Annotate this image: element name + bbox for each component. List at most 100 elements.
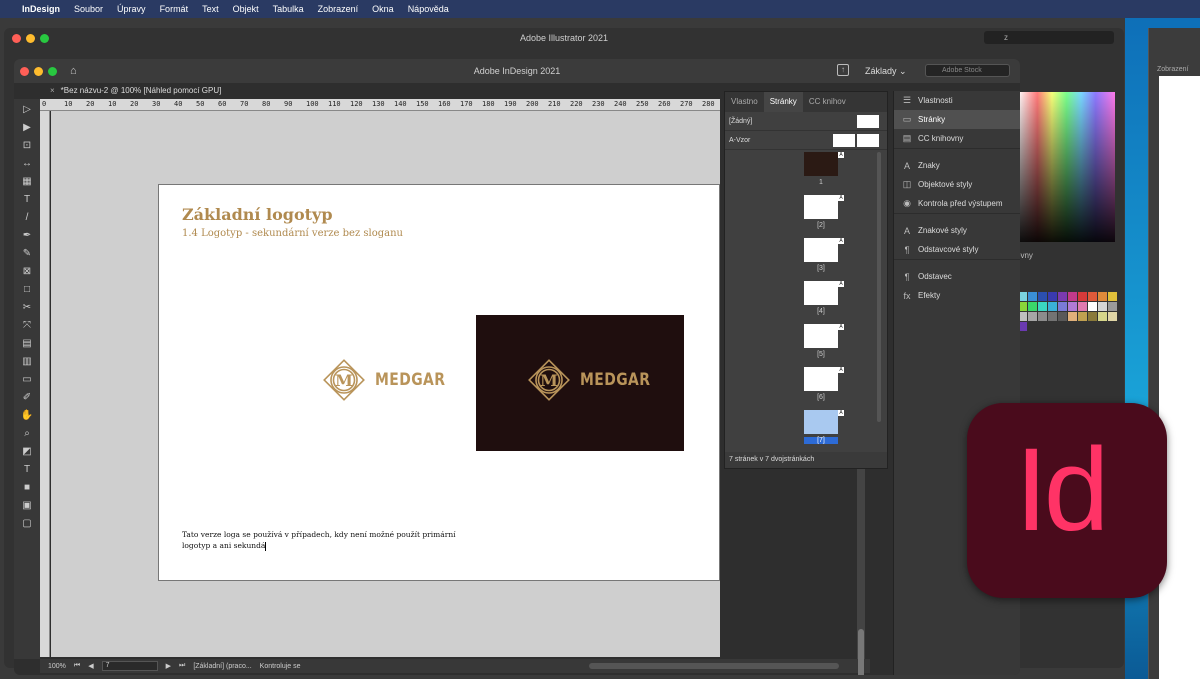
menu-edit[interactable]: Úpravy — [117, 4, 146, 14]
prev-page-icon[interactable]: ◀ — [88, 662, 93, 670]
menu-view[interactable]: Zobrazení — [318, 4, 359, 14]
formatting-affects-text-icon[interactable]: T — [20, 463, 34, 477]
page-thumbnail[interactable]: A — [804, 324, 844, 348]
logo-light-version[interactable]: M MEDGAR — [319, 355, 461, 405]
screen-mode-icon[interactable]: ▢ — [20, 517, 34, 531]
horizontal-ruler[interactable]: 0 10 20 10 20 30 40 50 60 70 80 90 100 110 120 130 140 15… — [40, 99, 720, 111]
logo-dark-version[interactable]: M MEDGAR — [476, 315, 684, 451]
vertical-scrollbar[interactable] — [857, 469, 865, 675]
pen-tool-icon[interactable]: ✒ — [20, 229, 34, 243]
preflight-status[interactable]: Kontroluje se — [260, 663, 301, 670]
menu-text[interactable]: Text — [202, 4, 219, 14]
color-swatch[interactable] — [1098, 312, 1107, 321]
dock-item-vlastnosti[interactable]: ☰ Vlastnosti — [894, 91, 1020, 110]
share-icon[interactable]: ↑ — [837, 64, 849, 76]
hand-tool-icon[interactable]: ✋ — [20, 409, 34, 423]
color-swatch[interactable] — [1058, 302, 1067, 311]
adobe-stock-search[interactable]: Adobe Stock — [925, 64, 1010, 77]
dock-item-znakové-styly[interactable]: A Znakové styly — [894, 221, 1020, 240]
color-swatch[interactable] — [1078, 292, 1087, 301]
first-page-icon[interactable]: ⏮ — [74, 662, 80, 670]
type-tool-icon[interactable]: T — [20, 193, 34, 207]
view-mode-icon[interactable]: ▣ — [20, 499, 34, 513]
page-thumbnail[interactable]: A — [804, 281, 844, 305]
page-thumbnail[interactable]: A — [804, 195, 844, 219]
document-page[interactable]: Základní logotyp 1.4 Logotyp - sekundárn… — [158, 184, 720, 581]
color-swatch[interactable] — [1088, 292, 1097, 301]
color-swatch[interactable] — [1088, 312, 1097, 321]
menu-app-name[interactable]: InDesign — [22, 4, 60, 14]
page-number-field[interactable]: 7 — [101, 661, 158, 671]
eyedropper-tool-icon[interactable]: ✐ — [20, 391, 34, 405]
page-tool-icon[interactable]: ⊡ — [20, 139, 34, 153]
line-tool-icon[interactable]: / — [20, 211, 34, 225]
color-swatch[interactable] — [1028, 292, 1037, 301]
pencil-tool-icon[interactable]: ✎ — [20, 247, 34, 261]
color-swatch[interactable] — [1108, 302, 1117, 311]
zoom-level[interactable]: 100% — [48, 663, 66, 670]
gradient-feather-tool-icon[interactable]: ▥ — [20, 355, 34, 369]
free-transform-tool-icon[interactable]: ⤧ — [20, 319, 34, 333]
rectangle-frame-tool-icon[interactable]: ⊠ — [20, 265, 34, 279]
zoom-tool-icon[interactable]: ⌕ — [20, 427, 34, 441]
tab-properties[interactable]: Vlastno — [725, 92, 764, 112]
menu-file[interactable]: Soubor — [74, 4, 103, 14]
dock-item-odstavec[interactable]: ¶ Odstavec — [894, 267, 1020, 286]
color-swatch[interactable] — [1048, 302, 1057, 311]
color-swatch[interactable] — [1098, 302, 1107, 311]
pasteboard[interactable]: Základní logotyp 1.4 Logotyp - sekundárn… — [51, 111, 720, 657]
horizontal-scrollbar[interactable] — [588, 663, 839, 669]
color-swatch[interactable] — [1088, 302, 1097, 311]
dock-item-kontrola-před-výstupem[interactable]: ◉ Kontrola před výstupem — [894, 194, 1020, 213]
color-swatch[interactable] — [1058, 312, 1067, 321]
page-heading[interactable]: Základní logotyp — [182, 205, 333, 224]
swatches-grid[interactable] — [1018, 292, 1117, 331]
master-a-row[interactable]: A-Vzor — [725, 131, 887, 150]
scissors-tool-icon[interactable]: ✂ — [20, 301, 34, 315]
apply-color-icon[interactable]: ■ — [20, 481, 34, 495]
color-swatch[interactable] — [1068, 312, 1077, 321]
next-page-icon[interactable]: ▶ — [166, 662, 171, 670]
tab-pages[interactable]: Stránky — [763, 92, 803, 112]
color-swatch[interactable] — [1078, 312, 1087, 321]
master-none-row[interactable]: [Žádný] — [725, 112, 887, 131]
page-thumbnail[interactable]: A — [804, 410, 844, 434]
color-swatch[interactable] — [1048, 312, 1057, 321]
page-thumbnail[interactable]: A — [804, 152, 844, 176]
dock-item-objektové-styly[interactable]: ◫ Objektové styly — [894, 175, 1020, 194]
color-picker-spectrum[interactable] — [1018, 92, 1115, 242]
rectangle-tool-icon[interactable]: □ — [20, 283, 34, 297]
menu-object[interactable]: Objekt — [233, 4, 259, 14]
vertical-ruler[interactable] — [40, 111, 50, 657]
menu-window[interactable]: Okna — [372, 4, 394, 14]
menu-help[interactable]: Nápověda — [408, 4, 449, 14]
color-swatch[interactable] — [1028, 302, 1037, 311]
color-swatch[interactable] — [1028, 312, 1037, 321]
preflight-profile[interactable]: [Základní] (praco... — [193, 663, 251, 670]
workspace-switcher[interactable]: Základy ⌄ — [865, 66, 907, 77]
content-collector-icon[interactable]: ▦ — [20, 175, 34, 189]
direct-selection-tool-icon[interactable]: ▶ — [20, 121, 34, 135]
color-swatch[interactable] — [1058, 292, 1067, 301]
color-swatch[interactable] — [1048, 292, 1057, 301]
close-tab-icon[interactable]: × — [50, 86, 55, 95]
body-text-frame[interactable]: Tato verze loga se používá v případech, … — [182, 529, 482, 551]
dock-item-efekty[interactable]: fx Efekty — [894, 286, 1020, 305]
dock-item-cc-knihovny[interactable]: ▤ CC knihovny — [894, 129, 1020, 148]
color-swatch[interactable] — [1098, 292, 1107, 301]
dock-item-stránky[interactable]: ▭ Stránky — [894, 110, 1020, 129]
document-tab[interactable]: × *Bez názvu-2 @ 100% [Náhled pomocí GPU] — [44, 83, 221, 99]
menu-format[interactable]: Formát — [160, 4, 189, 14]
color-swatch[interactable] — [1078, 302, 1087, 311]
color-swatch[interactable] — [1068, 302, 1077, 311]
color-swatch[interactable] — [1038, 312, 1047, 321]
page-thumbnail[interactable]: A — [804, 367, 844, 391]
gap-tool-icon[interactable]: ↔ — [20, 157, 34, 171]
pages-panel-scrollbar[interactable] — [877, 152, 881, 422]
gradient-swatch-tool-icon[interactable]: ▤ — [20, 337, 34, 351]
page-subheading[interactable]: 1.4 Logotyp - sekundární verze bez sloga… — [182, 228, 403, 239]
page-thumbnail[interactable]: A — [804, 238, 844, 262]
fill-stroke-icon[interactable]: ◩ — [20, 445, 34, 459]
illustrator-search-input[interactable]: z — [984, 31, 1114, 44]
last-page-icon[interactable]: ⏭ — [179, 662, 185, 670]
